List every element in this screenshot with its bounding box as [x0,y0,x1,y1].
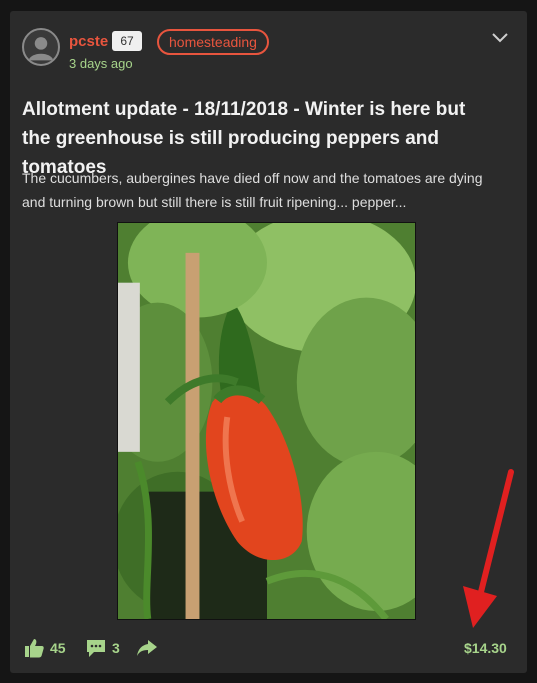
share-icon [137,640,157,656]
post-timestamp[interactable]: 3 days ago [69,56,133,71]
upvote-button[interactable]: 45 [24,638,66,658]
payout-value[interactable]: $14.30 [464,640,507,656]
reputation-badge: 67 [112,31,142,51]
comments-button[interactable]: 3 [86,638,120,658]
user-avatar-icon [28,37,54,61]
post-excerpt[interactable]: The cucumbers, aubergines have died off … [22,166,497,214]
tag-pill[interactable]: homesteading [157,29,269,55]
comment-icon [87,640,105,657]
chevron-down-icon[interactable] [491,29,509,47]
upvote-count: 45 [50,640,66,656]
author-name[interactable]: pcste [69,33,108,50]
avatar[interactable] [22,28,60,66]
post-thumbnail[interactable] [117,222,416,620]
comment-count: 3 [112,640,120,656]
thumbs-up-icon [25,639,44,658]
red-arrow [463,469,514,628]
share-button[interactable] [136,638,158,658]
pepper-plant-image [118,223,415,619]
